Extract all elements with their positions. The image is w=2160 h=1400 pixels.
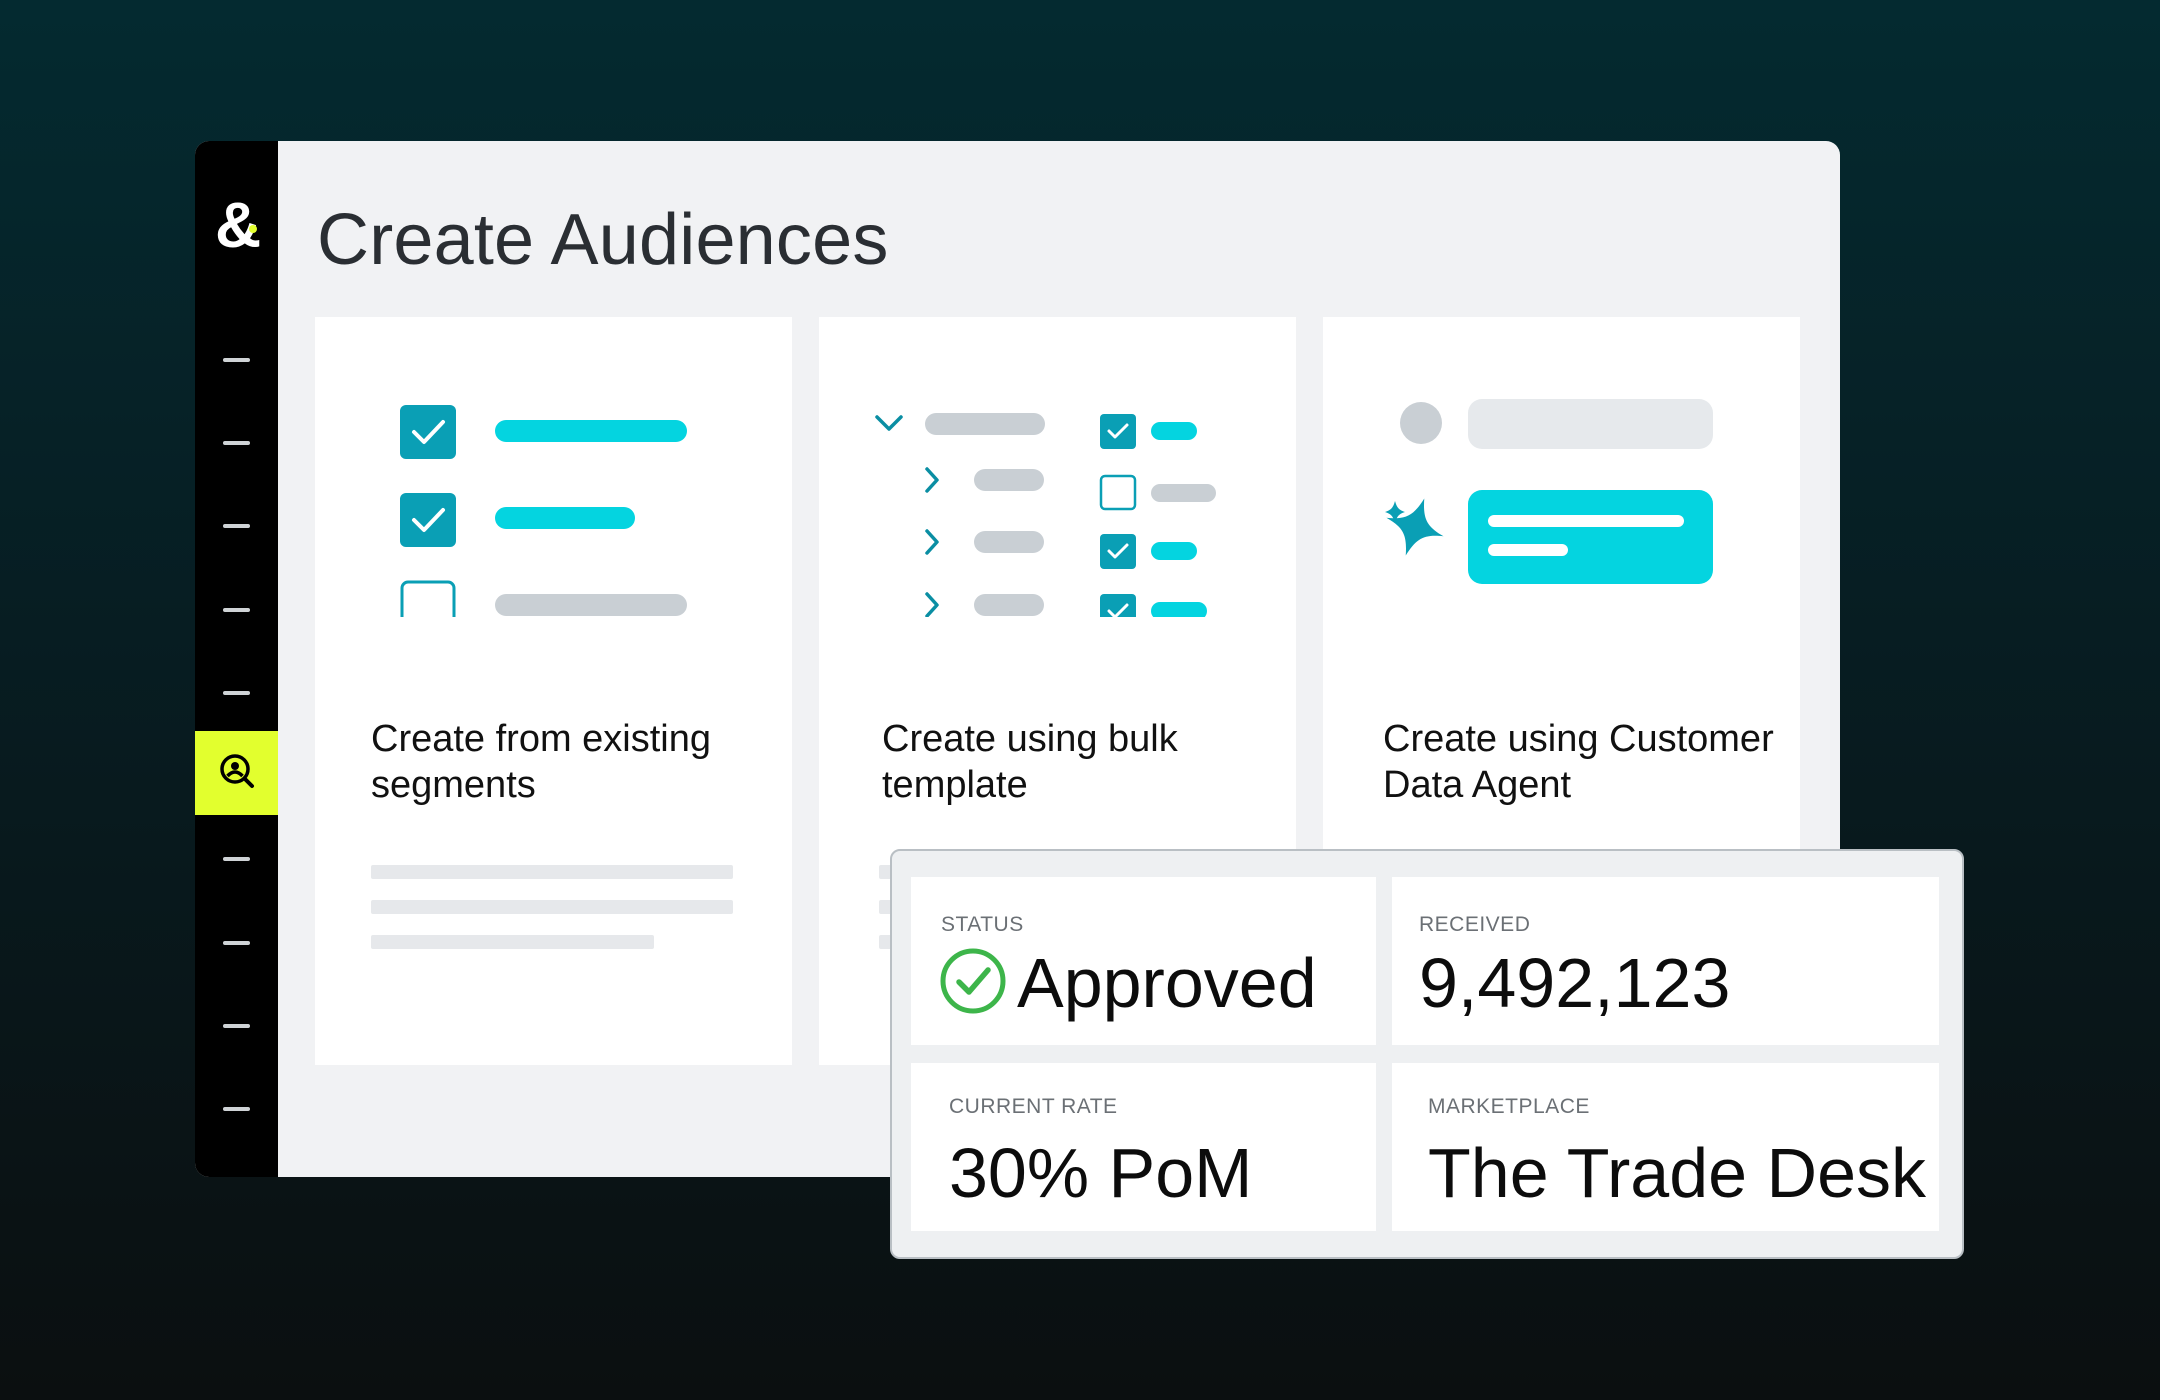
sidebar: & [195, 141, 278, 1177]
sidebar-item-4[interactable] [223, 608, 250, 612]
option-title: Create using bulk template [882, 718, 1178, 806]
placeholder-line [371, 865, 733, 879]
check-circle-icon [939, 947, 1007, 1020]
audience-stats-panel: STATUS Approved RECEIVED 9,492,123 CURRE… [890, 849, 1964, 1259]
audience-search-icon [217, 751, 257, 796]
current-rate-value: 30% PoM [949, 1134, 1253, 1212]
option-title: Create using Customer Data Agent [1383, 718, 1774, 806]
status-value: Approved [1017, 944, 1317, 1022]
received-cell: RECEIVED 9,492,123 [1392, 877, 1939, 1045]
tree-checklist-icon [819, 317, 1296, 629]
ampersand-logo[interactable]: & [213, 189, 263, 261]
page-title: Create Audiences [317, 200, 889, 280]
received-value: 9,492,123 [1419, 944, 1731, 1022]
current-rate-label: CURRENT RATE [949, 1095, 1118, 1118]
sidebar-item-6[interactable] [223, 857, 250, 861]
status-cell: STATUS Approved [911, 877, 1376, 1045]
checklist-icon [315, 317, 792, 634]
option-title: Create from existing segments [371, 718, 712, 806]
received-label: RECEIVED [1419, 913, 1531, 936]
sidebar-item-3[interactable] [223, 524, 250, 528]
sidebar-item-audience-search[interactable] [195, 731, 278, 815]
sidebar-item-7[interactable] [223, 941, 250, 945]
sidebar-item-2[interactable] [223, 441, 250, 445]
placeholder-line [371, 900, 733, 914]
ai-sparkle-chat-icon [1323, 317, 1800, 642]
option-card-existing-segments[interactable]: Create from existing segments [315, 317, 792, 1065]
sidebar-item-8[interactable] [223, 1024, 250, 1028]
sidebar-item-9[interactable] [223, 1107, 250, 1111]
marketplace-cell: MARKETPLACE The Trade Desk [1392, 1063, 1939, 1231]
sidebar-item-1[interactable] [223, 358, 250, 362]
placeholder-line [371, 935, 654, 949]
sidebar-item-5[interactable] [223, 691, 250, 695]
marketplace-label: MARKETPLACE [1428, 1095, 1590, 1118]
current-rate-cell: CURRENT RATE 30% PoM [911, 1063, 1376, 1231]
marketplace-value: The Trade Desk [1428, 1134, 1926, 1212]
status-label: STATUS [941, 913, 1024, 936]
